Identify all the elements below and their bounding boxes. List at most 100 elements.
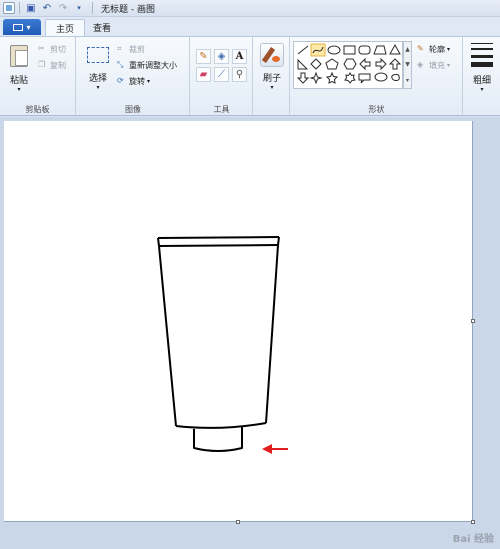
chevron-down-icon: ▾ — [96, 84, 100, 91]
shapes-group: ▲ ▼ ▾ ✎ 轮廓 ▾ ◈ 填充 ▾ 形状 — [291, 37, 463, 117]
scroll-down-icon[interactable]: ▼ — [405, 61, 410, 68]
canvas-workspace: Bai 经验 — [0, 117, 500, 549]
shapes-gallery-icons — [296, 43, 402, 85]
rounded-rect-shape-icon — [358, 45, 371, 55]
size-group: 粗细 ▾ — [464, 37, 500, 117]
chevron-down-icon: ▾ — [147, 77, 151, 85]
redo-icon[interactable]: ↷ — [56, 2, 70, 15]
tools-group-label: 工具 — [213, 105, 230, 114]
tab-view[interactable]: 查看 — [83, 19, 121, 36]
select-button[interactable]: 选择 ▾ — [83, 39, 113, 91]
canvas-resize-handle-bottom[interactable] — [236, 520, 240, 524]
shapes-group-label: 形状 — [368, 105, 385, 114]
tab-home[interactable]: 主页 — [45, 19, 86, 36]
canvas-resize-handle-corner[interactable] — [471, 520, 475, 524]
right-triangle-shape-icon — [297, 58, 309, 70]
cut-label: 剪切 — [50, 44, 66, 54]
tube-band-line — [158, 244, 279, 247]
tube-cap — [193, 426, 243, 452]
undo-icon[interactable]: ↶ — [40, 2, 54, 15]
shapes-gallery[interactable] — [293, 41, 403, 89]
diamond-shape-icon — [310, 58, 322, 70]
text-icon[interactable]: A — [232, 49, 247, 64]
five-point-star-shape-icon — [325, 71, 339, 84]
cut-button[interactable]: ✂ 剪切 — [38, 43, 66, 55]
shapes-gallery-scrollbar[interactable]: ▲ ▼ ▾ — [403, 41, 412, 89]
scroll-up-icon[interactable]: ▲ — [405, 46, 410, 53]
watermark-logo: Bai 经验 — [452, 534, 494, 545]
brushes-label: 刷子 — [262, 74, 281, 84]
outline-label: 轮廓 — [429, 44, 445, 54]
rotate-label: 旋转 — [129, 76, 145, 86]
title-bar: ▣ ↶ ↷ ▾ 无标题 - 画图 — [0, 0, 500, 17]
window-title: 无标题 - 画图 — [101, 4, 155, 15]
up-arrow-shape-icon — [388, 58, 402, 70]
resize-icon: ⤡ — [117, 60, 124, 69]
size-button[interactable]: 粗细 ▾ — [469, 39, 495, 93]
tube-bottom-curve — [175, 422, 267, 429]
tube-band-right — [277, 236, 280, 246]
fill-icon[interactable]: ◈ — [214, 49, 229, 64]
canvas-resize-handle-right[interactable] — [471, 319, 475, 323]
six-point-star-shape-icon — [344, 72, 356, 84]
right-arrow-shape-icon — [375, 57, 387, 71]
color-picker-icon[interactable]: ⟋ — [214, 67, 229, 82]
resize-label: 重新调整大小 — [129, 60, 177, 70]
brushes-button[interactable]: 刷子 ▾ — [259, 39, 285, 91]
left-arrow-shape-icon — [359, 57, 371, 71]
magnifier-icon[interactable]: ⚲ — [232, 67, 247, 82]
tools-group: ✎ ◈ A ▰ ⟋ ⚲ 工具 — [191, 37, 253, 117]
triangle-shape-icon — [389, 43, 401, 55]
fill-button[interactable]: ◈ 填充 ▾ — [417, 59, 450, 71]
copy-button[interactable]: ❐ 复制 — [38, 59, 66, 71]
file-menu-button[interactable]: ▾ — [3, 19, 41, 35]
eraser-icon[interactable]: ▰ — [196, 67, 211, 82]
outline-icon: ✎ — [417, 44, 424, 53]
outline-button[interactable]: ✎ 轮廓 ▾ — [417, 43, 450, 55]
drawing-canvas[interactable] — [4, 121, 473, 522]
cloud-callout-shape-icon — [391, 74, 400, 81]
file-menu-icon — [13, 23, 24, 31]
tube-top-edge — [157, 236, 280, 239]
pencil-icon[interactable]: ✎ — [196, 49, 211, 64]
brush-icon — [260, 43, 284, 67]
size-label: 粗细 — [472, 76, 491, 86]
chevron-down-icon: ▾ — [17, 86, 21, 93]
paint-app-icon[interactable] — [3, 2, 15, 14]
clipboard-group: 粘贴 ▾ ✂ 剪切 ❐ 复制 剪贴板 — [0, 37, 76, 117]
customize-icon[interactable]: ▾ — [72, 2, 86, 15]
save-icon[interactable]: ▣ — [24, 2, 38, 15]
polygon-shape-icon — [373, 45, 387, 55]
fill-label: 填充 — [429, 60, 445, 70]
tube-band-left — [157, 237, 160, 247]
tube-right-side — [265, 244, 279, 424]
expand-gallery-icon[interactable]: ▾ — [406, 77, 409, 84]
fill-bucket-icon: ◈ — [417, 60, 424, 69]
oval-callout-shape-icon — [374, 72, 388, 82]
copy-label: 复制 — [50, 60, 66, 70]
select-icon — [87, 47, 109, 63]
drawing-content — [157, 236, 288, 454]
ribbon-tabs: ▾ 主页 查看 — [0, 17, 500, 36]
chevron-down-icon: ▾ — [270, 84, 274, 91]
rotate-icon: ⟳ — [117, 76, 124, 85]
paste-button[interactable]: 粘贴 ▾ — [6, 39, 32, 93]
chevron-down-icon: ▾ — [447, 45, 451, 53]
crop-icon: ⌗ — [117, 44, 122, 53]
chevron-down-icon: ▾ — [480, 86, 484, 93]
line-shape-icon — [297, 45, 309, 55]
image-group-label: 图像 — [125, 105, 141, 114]
select-label: 选择 — [88, 74, 107, 84]
crop-button[interactable]: ⌗ 裁剪 — [117, 43, 145, 55]
curve-shape-selected — [310, 43, 326, 57]
ribbon: 粘贴 ▾ ✂ 剪切 ❐ 复制 剪贴板 选择 ▾ ⌗ 裁剪 ⤡ 重新调整大小 ⟳ … — [0, 36, 500, 117]
rectangle-shape-icon — [343, 45, 356, 55]
separator — [92, 2, 93, 14]
resize-button[interactable]: ⤡ 重新调整大小 — [117, 59, 177, 71]
pentagon-shape-icon — [325, 58, 339, 70]
rotate-button[interactable]: ⟳ 旋转 ▾ — [117, 75, 150, 87]
image-group: 选择 ▾ ⌗ 裁剪 ⤡ 重新调整大小 ⟳ 旋转 ▾ 图像 — [77, 37, 190, 117]
oval-shape-icon — [327, 45, 341, 55]
separator — [19, 2, 20, 14]
rect-callout-shape-icon — [358, 73, 371, 84]
